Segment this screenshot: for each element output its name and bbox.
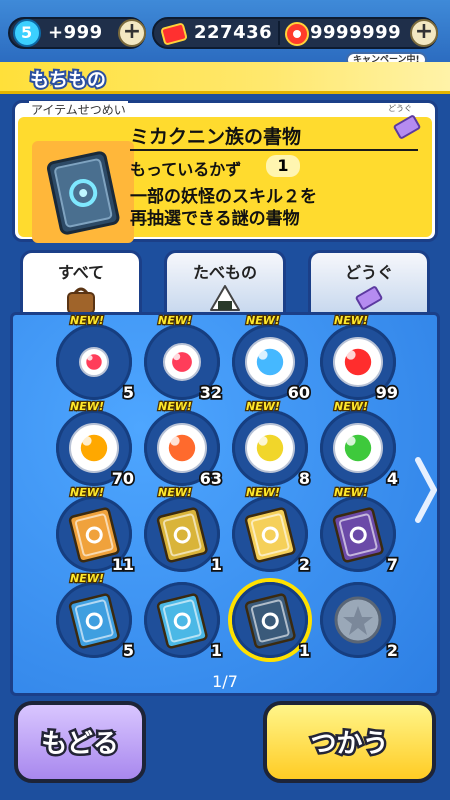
new-badge: NEW! bbox=[333, 399, 369, 415]
onigiri-icon bbox=[210, 285, 240, 311]
item-slot[interactable]: NEW! 2 bbox=[232, 485, 312, 576]
item-slot[interactable]: NEW! 60 bbox=[232, 313, 312, 404]
screen-title-bar: もちもの bbox=[0, 62, 450, 94]
level-value: 5 bbox=[21, 23, 33, 42]
book-icon bbox=[156, 593, 208, 649]
description-section-label: アイテムせつめい bbox=[29, 101, 128, 118]
coins-value: +999 bbox=[48, 22, 103, 43]
screen-title: もちもの bbox=[28, 67, 108, 93]
item-count: 63 bbox=[198, 467, 224, 490]
item-count: 5 bbox=[121, 381, 136, 404]
item-count: 70 bbox=[110, 467, 136, 490]
new-badge: NEW! bbox=[157, 399, 193, 415]
new-badge: NEW! bbox=[157, 485, 193, 501]
item-slot[interactable]: NEW! 70 bbox=[56, 399, 136, 490]
book-icon bbox=[68, 593, 120, 649]
money-ticket-icon bbox=[160, 23, 188, 45]
currency-counter: 227436 9999999 + bbox=[152, 17, 438, 49]
item-slot[interactable]: NEW! 63 bbox=[144, 399, 224, 490]
item-slot[interactable]: NEW! 8 bbox=[232, 399, 312, 490]
ticket-icon bbox=[393, 115, 421, 139]
new-badge: NEW! bbox=[333, 485, 369, 501]
tab-food-label: たべもの bbox=[192, 263, 257, 282]
item-name: ミカクニン族の書物 bbox=[130, 126, 302, 148]
book-icon bbox=[156, 507, 208, 563]
item-count: 1 bbox=[209, 553, 224, 576]
item-count: 1 bbox=[297, 639, 312, 662]
star-coin-icon bbox=[334, 596, 382, 644]
item-count: 7 bbox=[385, 553, 400, 576]
tab-tools[interactable]: どうぐ bbox=[308, 250, 430, 314]
item-slot[interactable]: 1 bbox=[232, 582, 312, 662]
item-slot[interactable]: 1 bbox=[144, 582, 224, 662]
new-badge: NEW! bbox=[69, 399, 105, 415]
selected-item-preview bbox=[32, 141, 134, 243]
item-slot[interactable]: NEW! 7 bbox=[320, 485, 400, 576]
item-slot[interactable]: NEW! 11 bbox=[56, 485, 136, 576]
book-icon bbox=[244, 507, 296, 563]
book-icon bbox=[244, 593, 296, 649]
top-status-bar: 5 +999 + 227436 9999999 + キャンペーン中! bbox=[0, 0, 450, 68]
level-coin-counter: 5 +999 + bbox=[8, 17, 146, 49]
item-count: 8 bbox=[297, 467, 312, 490]
item-slot[interactable]: NEW! 32 bbox=[144, 313, 224, 404]
item-slot[interactable]: NEW! 1 bbox=[144, 485, 224, 576]
orb-icon bbox=[245, 423, 295, 473]
item-count: 2 bbox=[297, 553, 312, 576]
tab-all-label: すべて bbox=[57, 263, 105, 282]
tab-food[interactable]: たべもの bbox=[164, 250, 286, 314]
orb-icon bbox=[333, 423, 383, 473]
item-count: 32 bbox=[198, 381, 224, 404]
tab-all[interactable]: すべて bbox=[20, 250, 142, 314]
new-badge: NEW! bbox=[157, 313, 193, 329]
points-value: 9999999 bbox=[310, 22, 402, 43]
money-value: 227436 bbox=[194, 22, 273, 43]
new-badge: NEW! bbox=[245, 399, 281, 415]
points-gem-icon bbox=[285, 22, 309, 46]
item-slot[interactable]: NEW! 5 bbox=[56, 571, 136, 662]
back-button[interactable]: もどる bbox=[14, 701, 146, 783]
item-count: 11 bbox=[110, 553, 136, 576]
item-count: 60 bbox=[286, 381, 312, 404]
item-slot[interactable]: NEW! 4 bbox=[320, 399, 400, 490]
new-badge: NEW! bbox=[333, 313, 369, 329]
new-badge: NEW! bbox=[69, 485, 105, 501]
item-count: 5 bbox=[121, 639, 136, 662]
new-badge: NEW! bbox=[69, 571, 105, 587]
item-count: 99 bbox=[374, 381, 400, 404]
item-slot[interactable]: NEW! 99 bbox=[320, 313, 400, 404]
item-count: 1 bbox=[209, 639, 224, 662]
owned-count-value: 1 bbox=[266, 155, 300, 177]
new-badge: NEW! bbox=[69, 313, 105, 329]
use-button-label: つかう bbox=[308, 727, 391, 762]
item-slot[interactable]: 2 bbox=[320, 582, 400, 662]
add-points-button[interactable]: + bbox=[410, 19, 438, 47]
orb-icon bbox=[79, 347, 109, 377]
tab-tools-label: どうぐ bbox=[344, 263, 393, 282]
new-badge: NEW! bbox=[245, 485, 281, 501]
use-button[interactable]: つかう bbox=[263, 701, 436, 783]
owned-count-label: もっているかず bbox=[130, 160, 242, 179]
back-button-label: もどる bbox=[39, 727, 121, 762]
mystery-book-icon bbox=[46, 151, 120, 235]
book-icon bbox=[332, 507, 384, 563]
bag-icon bbox=[67, 287, 95, 314]
item-count: 2 bbox=[385, 639, 400, 662]
next-page-arrow-icon[interactable] bbox=[412, 450, 440, 530]
item-count: 4 bbox=[385, 467, 400, 490]
item-slot[interactable]: NEW! 5 bbox=[56, 313, 136, 404]
add-coins-button[interactable]: + bbox=[118, 19, 146, 47]
ticket-icon bbox=[355, 286, 383, 310]
item-description-line-2: 再抽選できる謎の書物 bbox=[130, 209, 300, 229]
new-badge: NEW! bbox=[245, 313, 281, 329]
page-indicator: 1/7 bbox=[212, 672, 238, 691]
